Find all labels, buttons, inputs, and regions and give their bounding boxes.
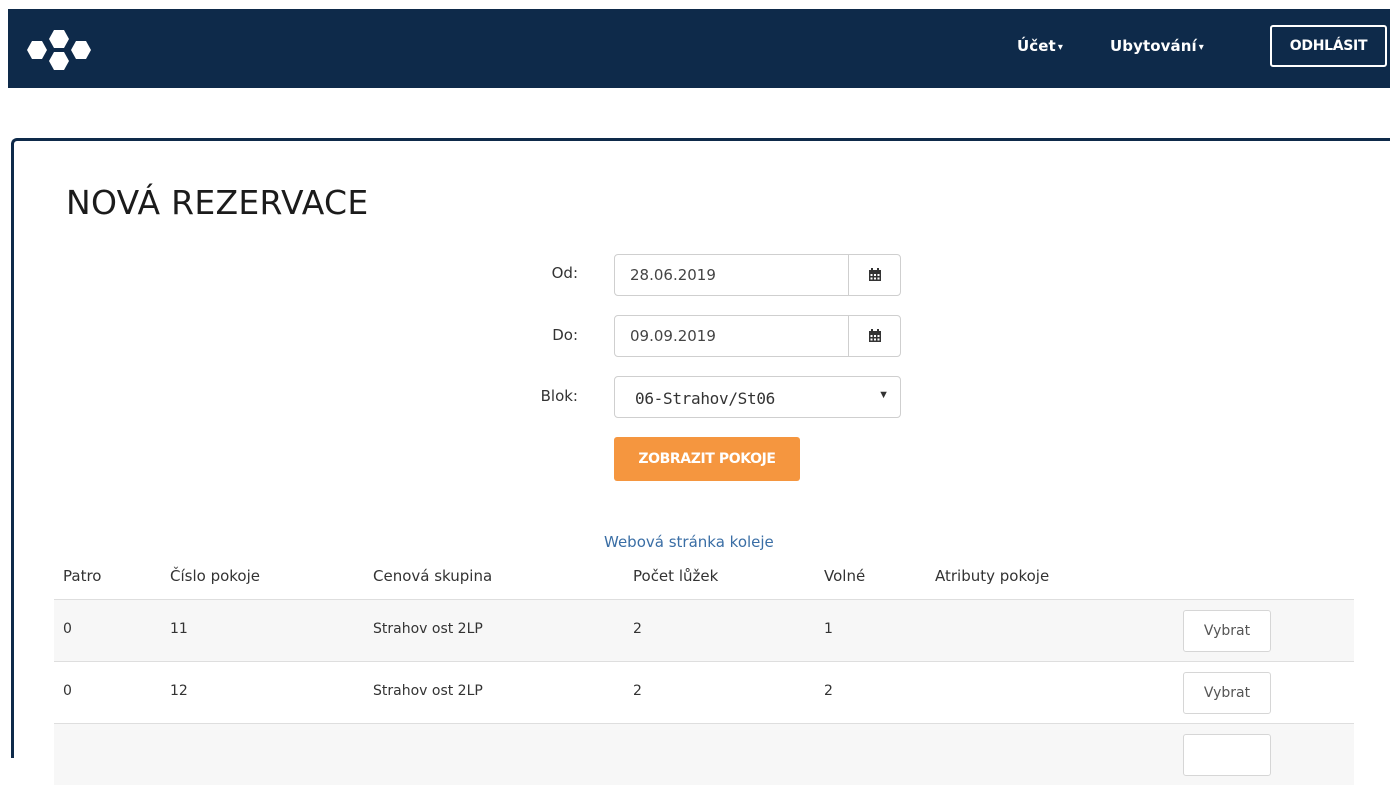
calendar-icon[interactable]	[848, 255, 900, 295]
from-date-value[interactable]: 28.06.2019	[630, 266, 716, 284]
cell-free: 2	[824, 683, 833, 699]
to-date-field[interactable]: 09.09.2019	[614, 315, 901, 357]
cell-beds: 2	[633, 621, 642, 637]
block-select-value: 06-Strahov/St06	[635, 389, 775, 408]
table-row: 0 12 Strahov ost 2LP 2 2 Vybrat	[54, 661, 1354, 723]
select-room-button[interactable]	[1183, 734, 1271, 776]
from-date-field[interactable]: 28.06.2019	[614, 254, 901, 296]
cell-room: 12	[170, 683, 188, 699]
block-label: Blok:	[540, 387, 578, 405]
nav-account-dropdown[interactable]: Účet ▾	[1017, 37, 1063, 55]
logo-icon[interactable]	[27, 28, 91, 72]
logout-button[interactable]: ODHLÁSIT	[1270, 25, 1387, 67]
from-label: Od:	[551, 264, 578, 282]
nav-account-label: Účet	[1017, 37, 1056, 55]
calendar-icon[interactable]	[848, 316, 900, 356]
table-row	[54, 723, 1354, 785]
page-title: NOVÁ REZERVACE	[66, 183, 369, 222]
header-free: Volné	[824, 567, 866, 585]
cell-floor: 0	[63, 683, 72, 699]
show-rooms-button[interactable]: ZOBRAZIT POKOJE	[614, 437, 800, 481]
cell-beds: 2	[633, 683, 642, 699]
to-date-value[interactable]: 09.09.2019	[630, 327, 716, 345]
header-bed-count: Počet lůžek	[633, 567, 719, 585]
top-navbar: Účet ▾ Ubytování ▾ ODHLÁSIT	[8, 9, 1390, 88]
header-room-attributes: Atributy pokoje	[935, 567, 1050, 585]
cell-price-group: Strahov ost 2LP	[373, 621, 483, 637]
dormitory-website-link[interactable]: Webová stránka koleje	[604, 533, 774, 551]
nav-accommodation-label: Ubytování	[1110, 37, 1197, 55]
to-label: Do:	[552, 326, 578, 344]
block-select[interactable]: 06-Strahov/St06 ▼	[614, 376, 901, 418]
select-arrow-icon: ▼	[878, 389, 889, 401]
cell-room: 11	[170, 621, 188, 637]
cell-price-group: Strahov ost 2LP	[373, 683, 483, 699]
nav-accommodation-dropdown[interactable]: Ubytování ▾	[1110, 37, 1204, 55]
header-price-group: Cenová skupina	[373, 567, 493, 585]
header-floor: Patro	[63, 567, 102, 585]
caret-down-icon: ▾	[1057, 42, 1063, 53]
header-room-number: Číslo pokoje	[170, 567, 260, 585]
cell-free: 1	[824, 621, 833, 637]
caret-down-icon: ▾	[1198, 42, 1204, 53]
cell-floor: 0	[63, 621, 72, 637]
table-row: 0 11 Strahov ost 2LP 2 1 Vybrat	[54, 599, 1354, 661]
select-room-button[interactable]: Vybrat	[1183, 610, 1271, 652]
select-room-button[interactable]: Vybrat	[1183, 672, 1271, 714]
